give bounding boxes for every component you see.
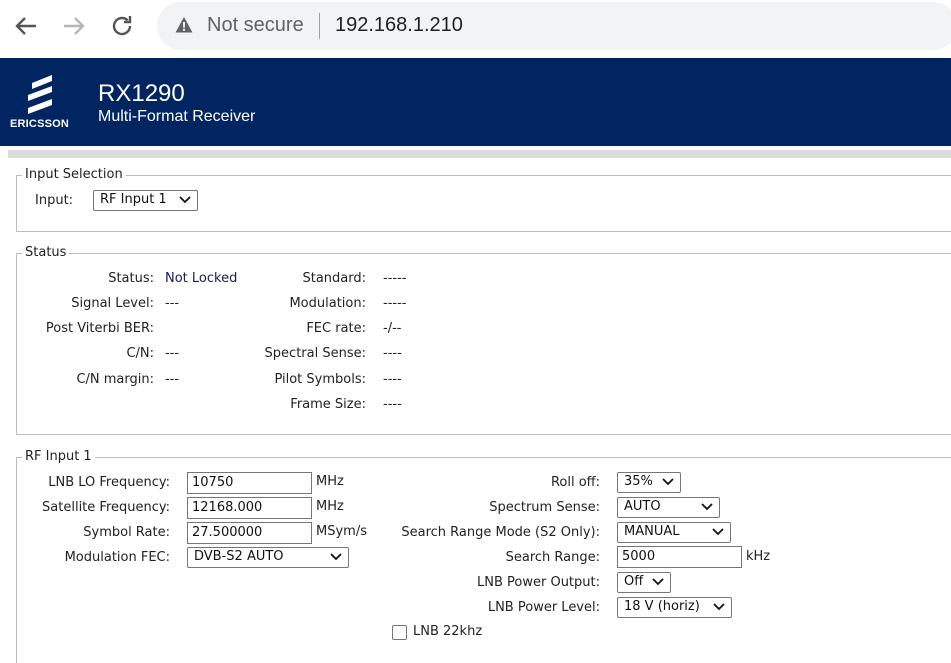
symbol-rate-unit: MSym/s bbox=[316, 524, 367, 539]
search-range-input[interactable]: 5000 bbox=[617, 546, 742, 568]
roll-off-value: 35% bbox=[624, 474, 653, 489]
fec-rate-value: -/-- bbox=[383, 321, 402, 336]
chevron-down-icon bbox=[330, 553, 342, 561]
pilot-symbols-label: Pilot Symbols: bbox=[274, 372, 366, 387]
input-select-value: RF Input 1 bbox=[100, 192, 167, 207]
search-range-mode-select[interactable]: MANUAL bbox=[617, 522, 731, 543]
roll-off-select[interactable]: 35% bbox=[617, 472, 681, 493]
satellite-frequency-value: 12168.000 bbox=[192, 500, 263, 515]
chevron-down-icon bbox=[652, 578, 664, 586]
search-range-mode-value: MANUAL bbox=[624, 524, 680, 539]
lnb-lo-frequency-value: 10750 bbox=[192, 475, 234, 490]
spectrum-sense-select[interactable]: AUTO bbox=[617, 497, 720, 518]
rf-input-legend: RF Input 1 bbox=[22, 449, 95, 464]
spectral-sense-label: Spectral Sense: bbox=[264, 346, 366, 361]
divider bbox=[319, 13, 320, 39]
satellite-frequency-unit: MHz bbox=[316, 499, 344, 514]
input-selection-group: Input Selection Input: RF Input 1 bbox=[16, 167, 951, 232]
modulation-fec-label: Modulation FEC: bbox=[64, 550, 170, 565]
lnb-power-level-value: 18 V (horiz) bbox=[624, 599, 700, 614]
symbol-rate-input[interactable]: 27.500000 bbox=[187, 522, 312, 544]
rf-input-group: RF Input 1 LNB LO Frequency: 10750 MHz S… bbox=[16, 449, 951, 663]
url-text[interactable]: 192.168.1.210 bbox=[335, 14, 463, 37]
fec-rate-label: FEC rate: bbox=[306, 321, 366, 336]
frame-size-value: ---- bbox=[383, 397, 402, 412]
input-label: Input: bbox=[35, 193, 74, 208]
modulation-value: ----- bbox=[383, 296, 407, 311]
browser-toolbar: Not secure 192.168.1.210 bbox=[0, 0, 951, 54]
cn-value: --- bbox=[165, 346, 180, 361]
back-arrow-icon[interactable] bbox=[10, 10, 42, 42]
chevron-down-icon bbox=[713, 603, 725, 611]
signal-level-label: Signal Level: bbox=[71, 296, 154, 311]
satellite-frequency-label: Satellite Frequency: bbox=[42, 500, 170, 515]
status-legend: Status bbox=[22, 245, 70, 260]
status-value: Not Locked bbox=[165, 271, 238, 286]
lnb-power-output-select[interactable]: Off bbox=[617, 572, 671, 593]
standard-value: ----- bbox=[383, 271, 407, 286]
lnb-22khz-label: LNB 22khz bbox=[413, 624, 483, 639]
spectral-sense-value: ---- bbox=[383, 346, 402, 361]
cn-label: C/N: bbox=[126, 346, 154, 361]
input-select[interactable]: RF Input 1 bbox=[93, 190, 198, 211]
warning-icon[interactable] bbox=[175, 16, 193, 34]
satellite-frequency-input[interactable]: 12168.000 bbox=[187, 497, 312, 519]
modulation-fec-value: DVB-S2 AUTO bbox=[194, 549, 284, 564]
logo-text: ERICSSON bbox=[10, 118, 70, 130]
cn-margin-value: --- bbox=[165, 372, 180, 387]
signal-level-value: --- bbox=[165, 296, 180, 311]
lnb-lo-frequency-label: LNB LO Frequency: bbox=[48, 475, 170, 490]
search-range-unit: kHz bbox=[746, 549, 771, 564]
status-label: Status: bbox=[108, 271, 154, 286]
forward-arrow-icon[interactable] bbox=[58, 10, 90, 42]
app-header: ERICSSON RX1290 Multi-Format Receiver bbox=[0, 58, 951, 146]
lnb-power-level-select[interactable]: 18 V (horiz) bbox=[617, 597, 732, 618]
status-group: Status Status: Not Locked Signal Level: … bbox=[16, 245, 951, 435]
modulation-fec-select[interactable]: DVB-S2 AUTO bbox=[187, 547, 349, 568]
chevron-down-icon bbox=[179, 196, 191, 204]
lnb-22khz-checkbox[interactable] bbox=[392, 625, 407, 640]
input-selection-legend: Input Selection bbox=[22, 167, 126, 182]
standard-label: Standard: bbox=[302, 271, 366, 286]
address-bar[interactable]: Not secure 192.168.1.210 bbox=[157, 2, 951, 50]
symbol-rate-value: 27.500000 bbox=[192, 525, 263, 540]
chevron-down-icon bbox=[712, 528, 724, 536]
search-range-mode-label: Search Range Mode (S2 Only): bbox=[401, 525, 600, 540]
search-range-value: 5000 bbox=[622, 549, 656, 564]
roll-off-label: Roll off: bbox=[550, 475, 600, 490]
spectrum-sense-value: AUTO bbox=[624, 499, 661, 514]
pilot-symbols-value: ---- bbox=[383, 372, 402, 387]
page-title: RX1290 bbox=[98, 80, 185, 107]
lnb-lo-frequency-input[interactable]: 10750 bbox=[187, 472, 312, 494]
frame-size-label: Frame Size: bbox=[290, 397, 366, 412]
post-viterbi-ber-label: Post Viterbi BER: bbox=[45, 321, 154, 336]
spectrum-sense-label: Spectrum Sense: bbox=[489, 500, 600, 515]
lnb-lo-frequency-unit: MHz bbox=[316, 474, 344, 489]
chevron-down-icon bbox=[662, 478, 674, 486]
lnb-power-level-label: LNB Power Level: bbox=[487, 600, 600, 615]
cn-margin-label: C/N margin: bbox=[76, 372, 154, 387]
reload-icon[interactable] bbox=[106, 10, 138, 42]
page-subtitle: Multi-Format Receiver bbox=[98, 108, 256, 125]
search-range-label: Search Range: bbox=[505, 550, 600, 565]
security-label[interactable]: Not secure bbox=[207, 14, 304, 37]
modulation-label: Modulation: bbox=[289, 296, 366, 311]
lnb-power-output-label: LNB Power Output: bbox=[477, 575, 600, 590]
header-strip bbox=[8, 150, 951, 158]
symbol-rate-label: Symbol Rate: bbox=[83, 525, 170, 540]
lnb-power-output-value: Off bbox=[624, 574, 644, 589]
chevron-down-icon bbox=[701, 503, 713, 511]
